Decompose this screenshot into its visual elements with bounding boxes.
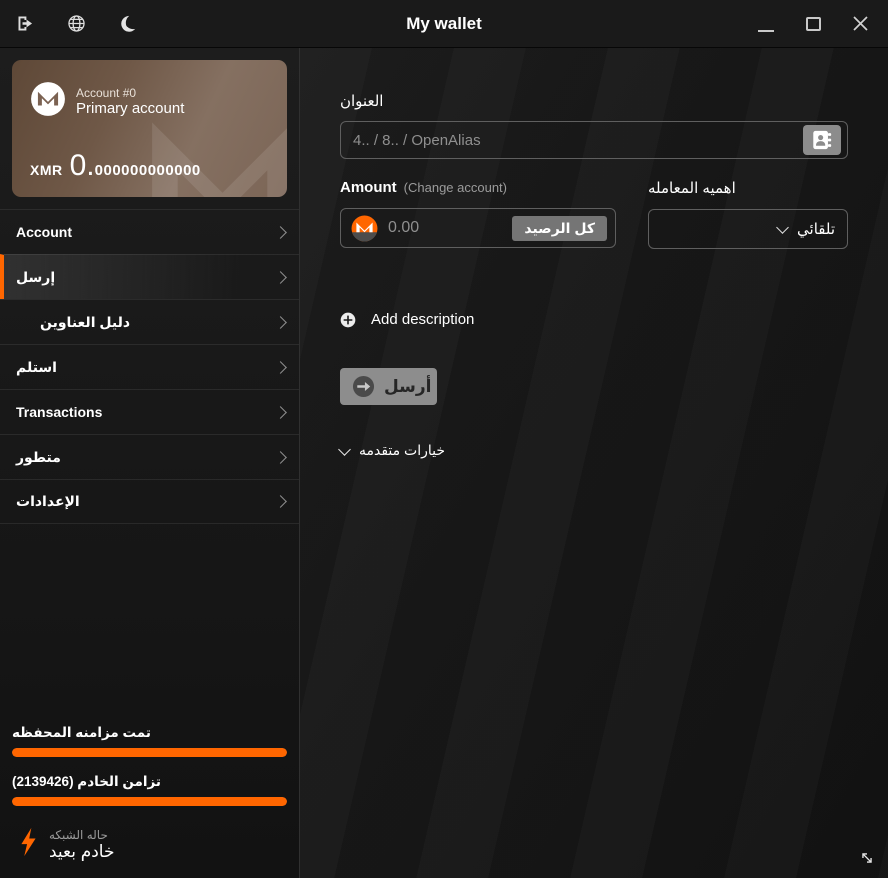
address-label: العنوان: [340, 93, 384, 110]
resize-handle-icon[interactable]: [858, 849, 876, 872]
sync-status-panel: تمت مزامنه المحفظه تزامن الخادم (2139426…: [0, 725, 299, 878]
chevron-down-icon: [338, 442, 351, 456]
account-number: Account #0: [76, 86, 137, 100]
sidebar-item-receive[interactable]: استلم: [0, 344, 299, 389]
account-card[interactable]: Account #0 Primary account XMR 0. 000000…: [12, 60, 287, 197]
chevron-right-icon: [274, 495, 287, 508]
chevron-right-icon: [274, 360, 287, 374]
priority-dropdown[interactable]: تلقائي: [648, 209, 848, 249]
sidebar-item-advanced[interactable]: متطور: [0, 434, 299, 479]
chevron-down-icon: [776, 220, 789, 234]
priority-label: اهميه المعامله: [648, 180, 736, 197]
monero-coin-icon: [351, 215, 378, 242]
priority-value: تلقائي: [797, 221, 835, 238]
monero-logo-icon: [30, 81, 66, 122]
maximize-button[interactable]: [801, 10, 825, 38]
chevron-right-icon: [274, 225, 287, 239]
balance-currency: XMR: [30, 162, 63, 178]
amount-input[interactable]: [388, 219, 503, 237]
address-input[interactable]: [353, 131, 803, 149]
sidebar-item-address-book[interactable]: دليل العناوين: [0, 299, 299, 344]
close-button[interactable]: [848, 10, 872, 38]
titlebar: My wallet: [0, 0, 888, 48]
sidebar-item-send[interactable]: إرسل: [0, 254, 299, 299]
lightning-icon: [20, 827, 37, 862]
sidebar-item-account[interactable]: Account: [0, 209, 299, 254]
globe-icon[interactable]: [65, 13, 87, 35]
daemon-sync-progress-bar: [12, 797, 287, 806]
sidebar-item-settings[interactable]: الإعدادات: [0, 479, 299, 524]
address-book-icon: [813, 130, 832, 150]
balance-fraction: 000000000000: [94, 162, 201, 179]
address-book-button[interactable]: [803, 125, 841, 155]
chevron-right-icon: [274, 270, 287, 284]
amount-label: Amount: [340, 179, 397, 196]
arrow-right-circle-icon: [352, 375, 375, 398]
all-balance-button[interactable]: كل الرصيد: [512, 215, 607, 241]
advanced-options-toggle[interactable]: خيارات متقدمه: [338, 442, 445, 459]
wallet-sync-progress-bar: [12, 748, 287, 757]
logout-icon[interactable]: [14, 13, 36, 35]
plus-circle-icon: [340, 312, 356, 328]
sidebar-menu: Account إرسل دليل العناوين استلم Transac…: [0, 209, 299, 524]
account-name: Primary account: [76, 100, 185, 117]
daemon-sync-label: تزامن الخادم (2139426): [12, 774, 161, 789]
chevron-right-icon: [274, 405, 287, 419]
moon-icon[interactable]: [116, 13, 138, 35]
network-status[interactable]: حاله الشبكه خادم بعيد: [12, 823, 287, 868]
chevron-right-icon: [274, 450, 287, 464]
minimize-button[interactable]: [754, 10, 778, 38]
network-status-value: خادم بعيد: [49, 841, 115, 861]
address-field: [340, 121, 848, 159]
change-account-link[interactable]: (Change account): [404, 180, 507, 195]
send-button[interactable]: أرسل: [340, 368, 437, 405]
network-status-title: حاله الشبكه: [49, 827, 108, 842]
account-balance: XMR 0. 000000000000: [30, 149, 201, 183]
amount-field: كل الرصيد: [340, 208, 616, 248]
chevron-right-icon: [274, 315, 287, 329]
add-description-button[interactable]: Add description: [340, 311, 474, 328]
balance-integer: 0.: [69, 149, 95, 182]
wallet-sync-label: تمت مزامنه المحفظه: [12, 725, 151, 740]
sidebar-item-transactions[interactable]: Transactions: [0, 389, 299, 434]
sidebar: Account #0 Primary account XMR 0. 000000…: [0, 48, 300, 878]
send-page: العنوان Amount (Change account): [300, 48, 888, 878]
